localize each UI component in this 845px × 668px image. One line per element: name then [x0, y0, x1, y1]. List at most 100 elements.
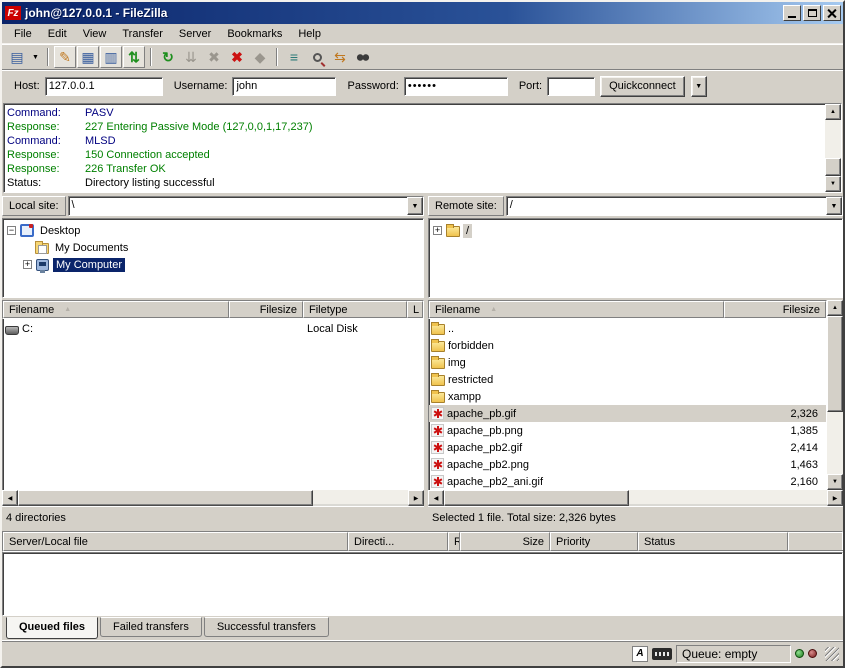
site-manager-dropdown-button[interactable]: ▼: [29, 46, 42, 68]
image-file-icon: [431, 407, 444, 420]
remote-horizontal-scrollbar[interactable]: ◀ ▶: [428, 490, 843, 506]
synchronized-browsing-button[interactable]: ⇆: [329, 46, 351, 68]
file-row[interactable]: apache_pb2.png1,463: [429, 456, 826, 473]
folder-icon: [431, 375, 445, 386]
scroll-down-button[interactable]: ▼: [825, 176, 841, 192]
scroll-track[interactable]: [313, 490, 408, 506]
scroll-thumb[interactable]: [825, 158, 841, 176]
remote-site-combobox[interactable]: / ▼: [506, 196, 843, 216]
expand-icon[interactable]: +: [433, 226, 442, 235]
directory-comparison-button[interactable]: ≡: [283, 46, 305, 68]
scroll-track[interactable]: [827, 412, 843, 474]
menu-server[interactable]: Server: [171, 26, 219, 42]
file-name: apache_pb2.png: [447, 459, 529, 471]
toggle-local-tree-button[interactable]: ▦: [77, 46, 99, 68]
menu-bookmarks[interactable]: Bookmarks: [219, 26, 290, 42]
minimize-button[interactable]: [783, 5, 801, 21]
scroll-track[interactable]: [825, 120, 841, 158]
file-row[interactable]: restricted: [429, 371, 826, 388]
refresh-button[interactable]: ↻: [157, 46, 179, 68]
file-row-selected[interactable]: apache_pb.gif2,326: [429, 405, 826, 422]
menu-transfer[interactable]: Transfer: [114, 26, 171, 42]
menu-edit[interactable]: Edit: [40, 26, 75, 42]
menu-view[interactable]: View: [75, 26, 115, 42]
menu-file[interactable]: File: [6, 26, 40, 42]
remote-status-text: Selected 1 file. Total size: 2,326 bytes: [428, 506, 843, 528]
column-header-filetype[interactable]: Filetype: [303, 301, 407, 318]
file-row[interactable]: apache_pb2.gif2,414: [429, 439, 826, 456]
maximize-button[interactable]: [803, 5, 821, 21]
log-vertical-scrollbar[interactable]: ▲ ▼: [825, 104, 841, 192]
tree-item-desktop[interactable]: − Desktop: [7, 222, 423, 239]
file-row[interactable]: forbidden: [429, 337, 826, 354]
collapse-icon[interactable]: −: [7, 226, 16, 235]
file-search-button[interactable]: [306, 46, 328, 68]
file-row-c-drive[interactable]: C: Local Disk: [3, 320, 423, 337]
toggle-log-view-button[interactable]: ✎: [54, 46, 76, 68]
close-button[interactable]: [823, 5, 841, 21]
scroll-right-button[interactable]: ▶: [827, 490, 843, 506]
scroll-track[interactable]: [629, 490, 827, 506]
scroll-right-button[interactable]: ▶: [408, 490, 424, 506]
port-input[interactable]: [547, 77, 595, 96]
toggle-remote-tree-button[interactable]: ▥: [100, 46, 122, 68]
queue-body[interactable]: [2, 552, 843, 616]
find-files-button[interactable]: [352, 46, 374, 68]
password-input[interactable]: [404, 77, 508, 96]
column-header-filename[interactable]: Filename▲: [429, 301, 724, 318]
toggle-queue-view-button[interactable]: ⇅: [123, 46, 145, 68]
quickconnect-dropdown-button[interactable]: ▼: [691, 76, 707, 97]
site-manager-button[interactable]: ▤: [6, 46, 28, 68]
site-manager-icon: ▤: [10, 50, 23, 64]
username-input[interactable]: [232, 77, 336, 96]
column-header-remote-file[interactable]: Remote file: [448, 532, 460, 551]
menu-help[interactable]: Help: [290, 26, 329, 42]
resize-grip[interactable]: [825, 647, 839, 661]
disconnect-icon: ✖: [231, 50, 243, 64]
scroll-up-button[interactable]: ▲: [825, 104, 841, 120]
remote-site-dropdown-button[interactable]: ▼: [826, 197, 842, 215]
titlebar[interactable]: Fz john@127.0.0.1 - FileZilla: [2, 2, 843, 24]
host-input[interactable]: [45, 77, 163, 96]
column-header-direction[interactable]: Directi...: [348, 532, 448, 551]
log-line: Response:226 Transfer OK: [7, 162, 825, 176]
scroll-left-button[interactable]: ◀: [2, 490, 18, 506]
filezilla-window: Fz john@127.0.0.1 - FileZilla File Edit …: [0, 0, 845, 668]
local-site-combobox[interactable]: \ ▼: [68, 196, 424, 216]
column-header-server-local-file[interactable]: Server/Local file: [3, 532, 348, 551]
file-row[interactable]: ..: [429, 320, 826, 337]
column-header-last-modified[interactable]: L: [407, 301, 423, 318]
tab-queued-files[interactable]: Queued files: [6, 617, 98, 639]
scroll-thumb[interactable]: [18, 490, 313, 506]
file-row[interactable]: apache_pb.png1,385: [429, 422, 826, 439]
tree-item-my-documents[interactable]: My Documents: [35, 239, 423, 256]
column-header-filesize[interactable]: Filesize: [724, 301, 826, 318]
binoculars-icon: [356, 53, 370, 62]
scroll-down-button[interactable]: ▼: [827, 474, 843, 490]
disk-drive-icon: [5, 326, 19, 335]
quickconnect-button[interactable]: Quickconnect: [600, 76, 685, 97]
column-header-size[interactable]: Size: [460, 532, 550, 551]
tab-successful-transfers[interactable]: Successful transfers: [204, 617, 329, 637]
column-header-priority[interactable]: Priority: [550, 532, 638, 551]
expand-icon[interactable]: +: [23, 260, 32, 269]
file-row[interactable]: xampp: [429, 388, 826, 405]
scroll-thumb[interactable]: [444, 490, 629, 506]
scroll-left-button[interactable]: ◀: [428, 490, 444, 506]
tree-item-my-computer[interactable]: + My Computer: [23, 256, 423, 273]
tree-item-root[interactable]: + /: [433, 222, 842, 239]
local-horizontal-scrollbar[interactable]: ◀ ▶: [2, 490, 424, 506]
file-row[interactable]: img: [429, 354, 826, 371]
column-header-filesize[interactable]: Filesize: [229, 301, 303, 318]
file-row[interactable]: apache_pb2_ani.gif2,160: [429, 473, 826, 490]
disconnect-button[interactable]: ✖: [226, 46, 248, 68]
local-site-dropdown-button[interactable]: ▼: [407, 197, 423, 215]
column-header-filename[interactable]: Filename▲: [3, 301, 229, 318]
filezilla-logo-icon: Fz: [5, 6, 21, 20]
tab-failed-transfers[interactable]: Failed transfers: [100, 617, 202, 637]
toolbar-separator: [150, 48, 152, 66]
remote-vertical-scrollbar[interactable]: ▲ ▼: [827, 300, 843, 490]
scroll-up-button[interactable]: ▲: [827, 300, 843, 316]
scroll-thumb[interactable]: [827, 316, 843, 412]
column-header-status[interactable]: Status: [638, 532, 788, 551]
